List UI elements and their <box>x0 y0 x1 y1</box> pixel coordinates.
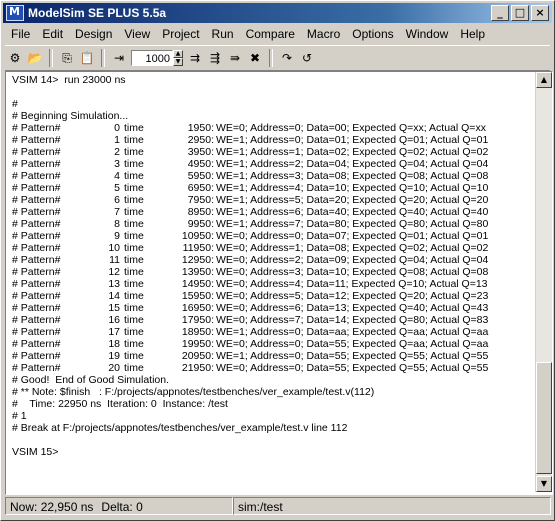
step-icon[interactable]: ↷ <box>278 49 296 67</box>
scroll-down-icon[interactable]: ▼ <box>536 476 552 492</box>
pattern-row: # Pattern# 1 time 2950: WE=1; Address=0; Dat… <box>12 134 489 146</box>
pattern-row: # Pattern# 16 time 17950: WE=0; Address=7; D… <box>12 314 489 326</box>
pattern-row: # Pattern# 17 time 18950: WE=1; Address=0; D… <box>12 326 489 338</box>
pattern-row: # Pattern# 12 time 13950: WE=0; Address=3; D… <box>12 266 489 278</box>
close-button[interactable]: × <box>531 5 549 21</box>
open-folder-icon[interactable]: 📂 <box>26 49 44 67</box>
run-all-icon[interactable]: ⇉ <box>186 49 204 67</box>
transcript-line: # Good! End of Good Simulation. <box>12 374 170 386</box>
status-now-value: 22,950 ns <box>40 500 94 514</box>
vsim-prompt[interactable]: VSIM 15> <box>12 446 532 458</box>
transcript-line: # ** Note: $finish : F:/projects/appnote… <box>12 386 375 398</box>
menu-options[interactable]: Options <box>346 25 399 43</box>
step-over-icon[interactable]: ↺ <box>298 49 316 67</box>
status-now-label: Now: <box>10 500 38 514</box>
pattern-row: # Pattern# 18 time 19950: WE=0; Address=0; D… <box>12 338 489 350</box>
pattern-row: # Pattern# 15 time 16950: WE=0; Address=6; D… <box>12 302 489 314</box>
spin-up-icon[interactable]: ▲ <box>173 50 183 58</box>
window-title: ModelSim SE PLUS 5.5a <box>28 6 167 20</box>
continue-icon[interactable]: ⇶ <box>206 49 224 67</box>
pattern-row: # Pattern# 9 time 10950: WE=0; Address=0; Da… <box>12 230 489 242</box>
pattern-row: # Pattern# 19 time 20950: WE=1; Address=0; D… <box>12 350 489 362</box>
transcript-line: # Time: 22950 ns Iteration: 0 Instance: … <box>12 398 228 410</box>
toolbar-separator <box>49 49 53 67</box>
toolbar-separator <box>269 49 273 67</box>
transcript-blank <box>12 434 532 446</box>
modelsim-window: ModelSim SE PLUS 5.5a _ □ × File Edit De… <box>0 0 555 521</box>
pattern-row: # Pattern# 5 time 6950: WE=1; Address=4; Dat… <box>12 182 489 194</box>
title-bar[interactable]: ModelSim SE PLUS 5.5a _ □ × <box>3 3 552 23</box>
pattern-row: # Pattern# 8 time 9950: WE=1; Address=7; Dat… <box>12 218 489 230</box>
toolbar: ⚙ 📂 ⎘ 📋 ⇥ 1000 ▲ ▼ ⇉ ⇶ ⇛ ✖ ↷ ↺ <box>5 45 550 71</box>
menu-design[interactable]: Design <box>69 25 118 43</box>
menu-compare[interactable]: Compare <box>240 25 301 43</box>
toolbar-separator <box>101 49 105 67</box>
pattern-row: # Pattern# 6 time 7950: WE=1; Address=5; Dat… <box>12 194 489 206</box>
status-context: sim:/test <box>238 500 283 514</box>
menu-view[interactable]: View <box>118 25 156 43</box>
run-length-input[interactable]: 1000 <box>131 50 173 66</box>
pattern-row: # Pattern# 4 time 5950: WE=1; Address=3; Dat… <box>12 170 489 182</box>
pattern-row: # Pattern# 10 time 11950: WE=0; Address=1; D… <box>12 242 489 254</box>
transcript-line: VSIM 14> run 23000 ns <box>12 74 126 86</box>
status-delta-value: 0 <box>136 500 143 514</box>
paste-icon[interactable]: 📋 <box>78 49 96 67</box>
pattern-row: # Pattern# 0 time 1950: WE=0; Address=0; Dat… <box>12 122 486 134</box>
status-context-panel: sim:/test <box>233 497 551 515</box>
pattern-row: # Pattern# 3 time 4950: WE=1; Address=2; Dat… <box>12 158 489 170</box>
pattern-row: # Pattern# 13 time 14950: WE=0; Address=4; D… <box>12 278 488 290</box>
run-length-stepper[interactable]: ▲ ▼ <box>173 50 183 66</box>
transcript-line: # <box>12 98 18 110</box>
transcript-blank <box>12 86 532 98</box>
menu-help[interactable]: Help <box>454 25 491 43</box>
spin-down-icon[interactable]: ▼ <box>173 58 183 66</box>
pattern-row: # Pattern# 14 time 15950: WE=0; Address=5; D… <box>12 290 489 302</box>
pattern-row: # Pattern# 7 time 8950: WE=1; Address=6; Dat… <box>12 206 489 218</box>
menu-project[interactable]: Project <box>156 25 205 43</box>
menu-window[interactable]: Window <box>400 25 455 43</box>
scroll-thumb[interactable] <box>536 362 552 474</box>
break-icon[interactable]: ✖ <box>246 49 264 67</box>
vertical-scrollbar[interactable]: ▲ ▼ <box>535 72 552 492</box>
run-icon[interactable]: ⇥ <box>110 49 128 67</box>
menu-run[interactable]: Run <box>206 25 240 43</box>
status-time-panel: Now: 22,950 ns Delta: 0 <box>5 497 233 515</box>
run-step-icon[interactable]: ⇛ <box>226 49 244 67</box>
menu-file[interactable]: File <box>5 25 36 43</box>
transcript-line: # Break at F:/projects/appnotes/testbenc… <box>12 422 348 434</box>
menu-edit[interactable]: Edit <box>36 25 69 43</box>
pattern-row: # Pattern# 11 time 12950: WE=0; Address=2; D… <box>12 254 489 266</box>
modelsim-app-icon <box>6 5 24 21</box>
status-delta-label: Delta: <box>101 500 133 514</box>
transcript-line: # 1 <box>12 410 27 422</box>
transcript-line: # Beginning Simulation... <box>12 110 129 122</box>
compile-icon[interactable]: ⚙ <box>6 49 24 67</box>
transcript-text[interactable]: VSIM 14> run 23000 ns # # Beginning Simu… <box>12 74 532 492</box>
status-bar: Now: 22,950 ns Delta: 0 sim:/test <box>5 497 551 517</box>
menu-macro[interactable]: Macro <box>301 25 346 43</box>
pattern-row: # Pattern# 20 time 21950: WE=0; Address=0; D… <box>12 362 489 374</box>
scroll-up-icon[interactable]: ▲ <box>536 72 552 88</box>
minimize-button[interactable]: _ <box>491 5 509 21</box>
maximize-button[interactable]: □ <box>511 5 529 21</box>
copy-icon[interactable]: ⎘ <box>58 49 76 67</box>
pattern-row: # Pattern# 2 time 3950: WE=1; Address=1; Dat… <box>12 146 489 158</box>
transcript-pane[interactable]: VSIM 14> run 23000 ns # # Beginning Simu… <box>5 71 553 495</box>
menu-bar: File Edit Design View Project Run Compar… <box>5 25 491 43</box>
